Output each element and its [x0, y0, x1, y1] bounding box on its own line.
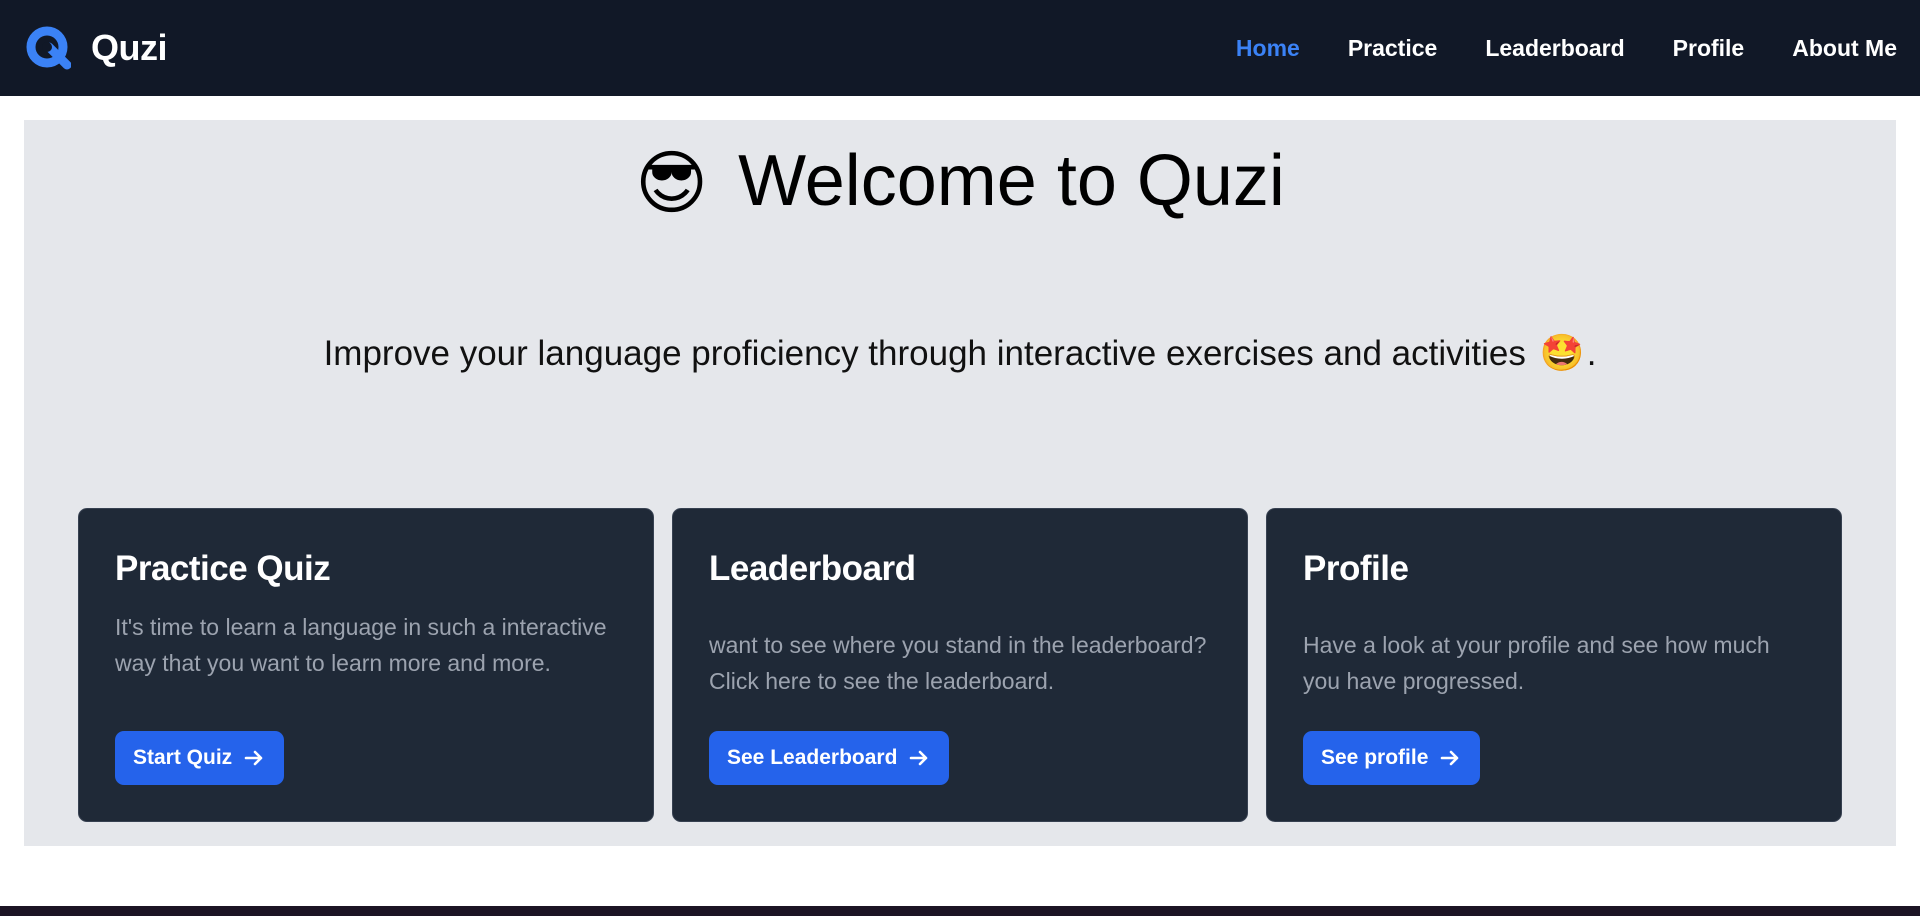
navbar: Quzi Home Practice Leaderboard Profile A… — [0, 0, 1920, 96]
page-title-text: Welcome to Quzi — [738, 141, 1285, 221]
start-quiz-button-label: Start Quiz — [133, 746, 233, 769]
see-leaderboard-button[interactable]: See Leaderboard — [709, 731, 950, 785]
main-nav: Home Practice Leaderboard Profile About … — [1236, 35, 1897, 62]
card-title: Profile — [1303, 549, 1409, 588]
quzi-logo-icon — [26, 26, 71, 70]
star-struck-emoji-icon: 🤩 — [1539, 332, 1585, 373]
page-title: 😎 Welcome to Quzi — [24, 138, 1896, 224]
sunglasses-emoji-icon: 😎 — [635, 144, 709, 223]
card-profile: Profile Have a look at your profile and … — [1266, 508, 1842, 822]
brand-name: Quzi — [91, 27, 168, 68]
card-description: It's time to learn a language in such a … — [115, 614, 607, 676]
start-quiz-button[interactable]: Start Quiz — [115, 731, 285, 785]
card-description: Have a look at your profile and see how … — [1303, 632, 1770, 694]
see-profile-button-label: See profile — [1321, 746, 1429, 769]
hero-subtitle-text: Improve your language proficiency throug… — [323, 334, 1526, 373]
hero-subtitle-period: . — [1586, 334, 1597, 373]
see-leaderboard-button-label: See Leaderboard — [727, 746, 898, 769]
hero-subtitle: Improve your language proficiency throug… — [24, 334, 1896, 374]
card-description: want to see where you stand in the leade… — [709, 632, 1207, 694]
hero-section: 😎 Welcome to Quzi Improve your language … — [24, 120, 1896, 846]
nav-practice[interactable]: Practice — [1348, 35, 1438, 62]
arrow-right-icon — [244, 750, 263, 766]
nav-leaderboard[interactable]: Leaderboard — [1485, 35, 1624, 62]
brand-link[interactable]: Quzi — [25, 25, 168, 71]
nav-profile[interactable]: Profile — [1673, 35, 1745, 62]
card-leaderboard: Leaderboard want to see where you stand … — [672, 508, 1248, 822]
arrow-right-icon — [910, 750, 928, 766]
taskbar-edge — [0, 906, 1920, 916]
card-practice-quiz: Practice Quiz It's time to learn a langu… — [78, 508, 654, 822]
card-title: Practice Quiz — [115, 549, 331, 588]
nav-about-me[interactable]: About Me — [1792, 35, 1897, 62]
nav-home[interactable]: Home — [1236, 35, 1300, 62]
see-profile-button[interactable]: See profile — [1303, 731, 1481, 785]
arrow-right-icon — [1441, 750, 1459, 766]
card-title: Leaderboard — [709, 549, 916, 588]
